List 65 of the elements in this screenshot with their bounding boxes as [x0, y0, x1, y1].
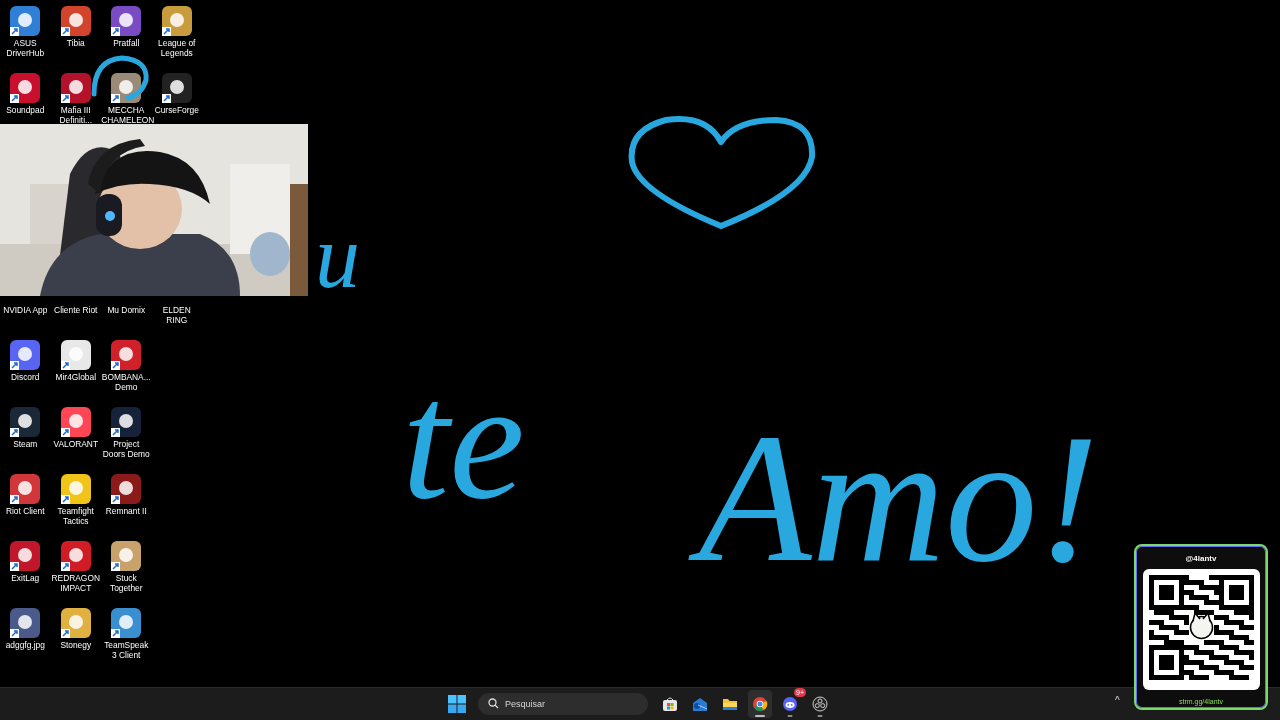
app-shortcut-icon[interactable] — [110, 406, 143, 438]
shortcut-label: ASUS DriverHub — [5, 38, 46, 58]
app-shortcut-icon[interactable] — [110, 540, 143, 572]
chat-app-icon — [782, 696, 798, 712]
shortcut-label: Teamfight Tactics — [56, 506, 95, 526]
app-shortcut-icon[interactable] — [59, 72, 92, 104]
shortcut-label: Mafia III Definiti... — [58, 105, 94, 125]
app-shortcut-icon[interactable] — [110, 607, 143, 639]
shortcut-label: Project Doors Demo — [101, 439, 151, 459]
app-shortcut-icon[interactable] — [160, 72, 193, 104]
shortcut-label: Pratfall — [112, 38, 141, 48]
app-shortcut-icon[interactable] — [59, 607, 92, 639]
app-shortcut-icon[interactable] — [59, 406, 92, 438]
app-shortcut-icon[interactable] — [160, 5, 193, 37]
taskbar-app-button[interactable] — [748, 690, 772, 718]
start-button-icon[interactable] — [448, 695, 466, 713]
search-field[interactable]: Pesquisar — [478, 693, 648, 715]
app-shortcut-icon[interactable] — [59, 540, 92, 572]
search-icon — [488, 698, 499, 709]
app-shortcut-icon[interactable] — [110, 473, 143, 505]
folder-icon — [722, 696, 738, 712]
shortcut-label: Stuck Together — [108, 573, 144, 593]
app-shortcut-icon[interactable] — [9, 406, 42, 438]
app-shortcut-icon[interactable] — [110, 5, 143, 37]
app-shortcut-icon[interactable] — [9, 72, 42, 104]
app-shortcut-icon[interactable] — [9, 339, 42, 371]
app-shortcut-icon[interactable] — [9, 540, 42, 572]
shortcut-label: Steam — [12, 439, 39, 449]
aperture-icon — [812, 696, 828, 712]
handwritten-text: Amo! — [680, 405, 1133, 609]
shortcut-label: Stonegy — [59, 640, 93, 650]
app-shortcut-icon[interactable] — [9, 607, 42, 639]
shortcut-label: Remnant II — [104, 506, 148, 516]
shortcut-label: Cliente Riot — [53, 305, 99, 315]
app-shortcut-icon[interactable] — [9, 473, 42, 505]
handwritten-text: te — [401, 355, 526, 536]
shortcut-label: ExitLag — [10, 573, 41, 583]
shortcut-label: VALORANT — [52, 439, 99, 449]
shortcut-label: Discord — [10, 372, 41, 382]
channel-handle: @4lantv — [1185, 554, 1217, 563]
shortcut-label: League of Legends — [157, 38, 197, 58]
shortcut-label: Riot Client — [4, 506, 46, 516]
app-shortcut-icon[interactable] — [9, 5, 42, 37]
browser-icon — [752, 696, 768, 712]
handwritten-text: u — [314, 212, 361, 308]
shortcut-label: MECCHA CHAMELEON — [101, 105, 152, 125]
tray-caret[interactable]: ^ — [1115, 695, 1120, 706]
shortcut-label: NVIDIA App — [2, 305, 49, 315]
shortcut-label: CurseForge — [153, 105, 200, 115]
shortcut-label: BOMBANA... Demo — [101, 372, 152, 392]
shortcut-label: Mir4Global — [54, 372, 97, 382]
mail-icon — [692, 696, 708, 712]
shortcut-label: ELDEN RING — [161, 305, 192, 325]
app-shortcut-icon[interactable] — [59, 5, 92, 37]
shortcut-label: Mu Domix — [106, 305, 147, 315]
app-shortcut-icon[interactable] — [110, 339, 143, 371]
shortcut-label: TeamSpeak 3 Client — [103, 640, 150, 660]
store-icon — [662, 696, 678, 712]
app-shortcut-icon[interactable] — [110, 72, 143, 104]
app-shortcut-icon[interactable] — [59, 339, 92, 371]
shortcut-label: Soundpad — [5, 105, 46, 115]
app-shortcut-icon[interactable] — [59, 473, 92, 505]
shortcut-label: REDRAGON IMPACT — [50, 573, 101, 593]
shortcut-label: Tibia — [65, 38, 86, 48]
shortcut-label: adggfg.jpg — [4, 640, 46, 650]
